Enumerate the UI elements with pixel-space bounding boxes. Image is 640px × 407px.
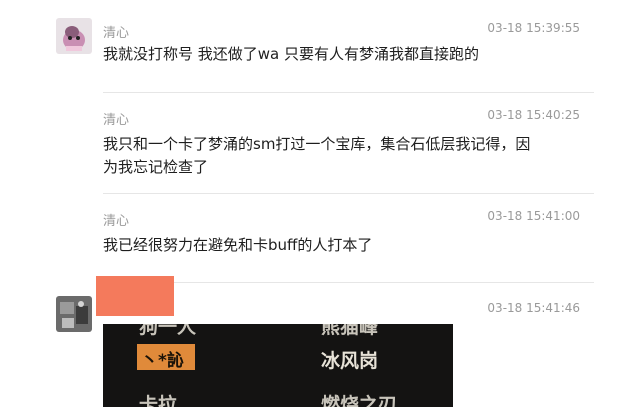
message-text: 我就没打称号 我还做了wa 只要有人有梦涌我都直接跑的	[103, 43, 573, 66]
game-text-row3-left: 卡拉	[139, 394, 178, 407]
message-timestamp: 03-18 15:41:00	[487, 209, 580, 223]
game-text-row3-right: 燃烧之刃	[321, 394, 398, 407]
avatar[interactable]	[56, 18, 92, 54]
message-timestamp: 03-18 15:40:25	[487, 108, 580, 122]
redacted-sender-name	[96, 276, 174, 316]
message-line: 我就没打称号 我还做了wa 只要有人有梦涌我都直接跑的	[103, 45, 479, 63]
divider	[103, 282, 594, 283]
divider	[103, 193, 594, 194]
message-text: 我只和一个卡了梦涌的sm打过一个宝库，集合石低层我记得，因 为我忘记检查了	[103, 133, 573, 179]
message-line: 为我忘记检查了	[103, 158, 209, 176]
message-line: 我只和一个卡了梦涌的sm打过一个宝库，集合石低层我记得，因	[103, 135, 531, 153]
message-timestamp: 03-18 15:41:46	[487, 301, 580, 315]
game-screenshot-image[interactable]: 狗一人 熊猫峰 丶*訫 冰风岗 卡拉 燃烧之刃	[103, 324, 453, 407]
avatar[interactable]	[56, 296, 92, 332]
divider	[103, 92, 594, 93]
sender-name: 清心	[103, 214, 130, 229]
game-text-row1-right: 熊猫峰	[321, 324, 379, 338]
message-line: 我已经很努力在避免和卡buff的人打本了	[103, 236, 373, 254]
game-text-row2-right: 冰风岗	[321, 350, 379, 372]
game-text-row2-left: 丶*訫	[141, 351, 184, 371]
message-text: 我已经很努力在避免和卡buff的人打本了	[103, 234, 573, 257]
game-text-row1-left: 狗一人	[139, 324, 197, 338]
sender-name: 清心	[103, 26, 130, 41]
message-timestamp: 03-18 15:39:55	[487, 21, 580, 35]
sender-name: 清心	[103, 113, 130, 128]
